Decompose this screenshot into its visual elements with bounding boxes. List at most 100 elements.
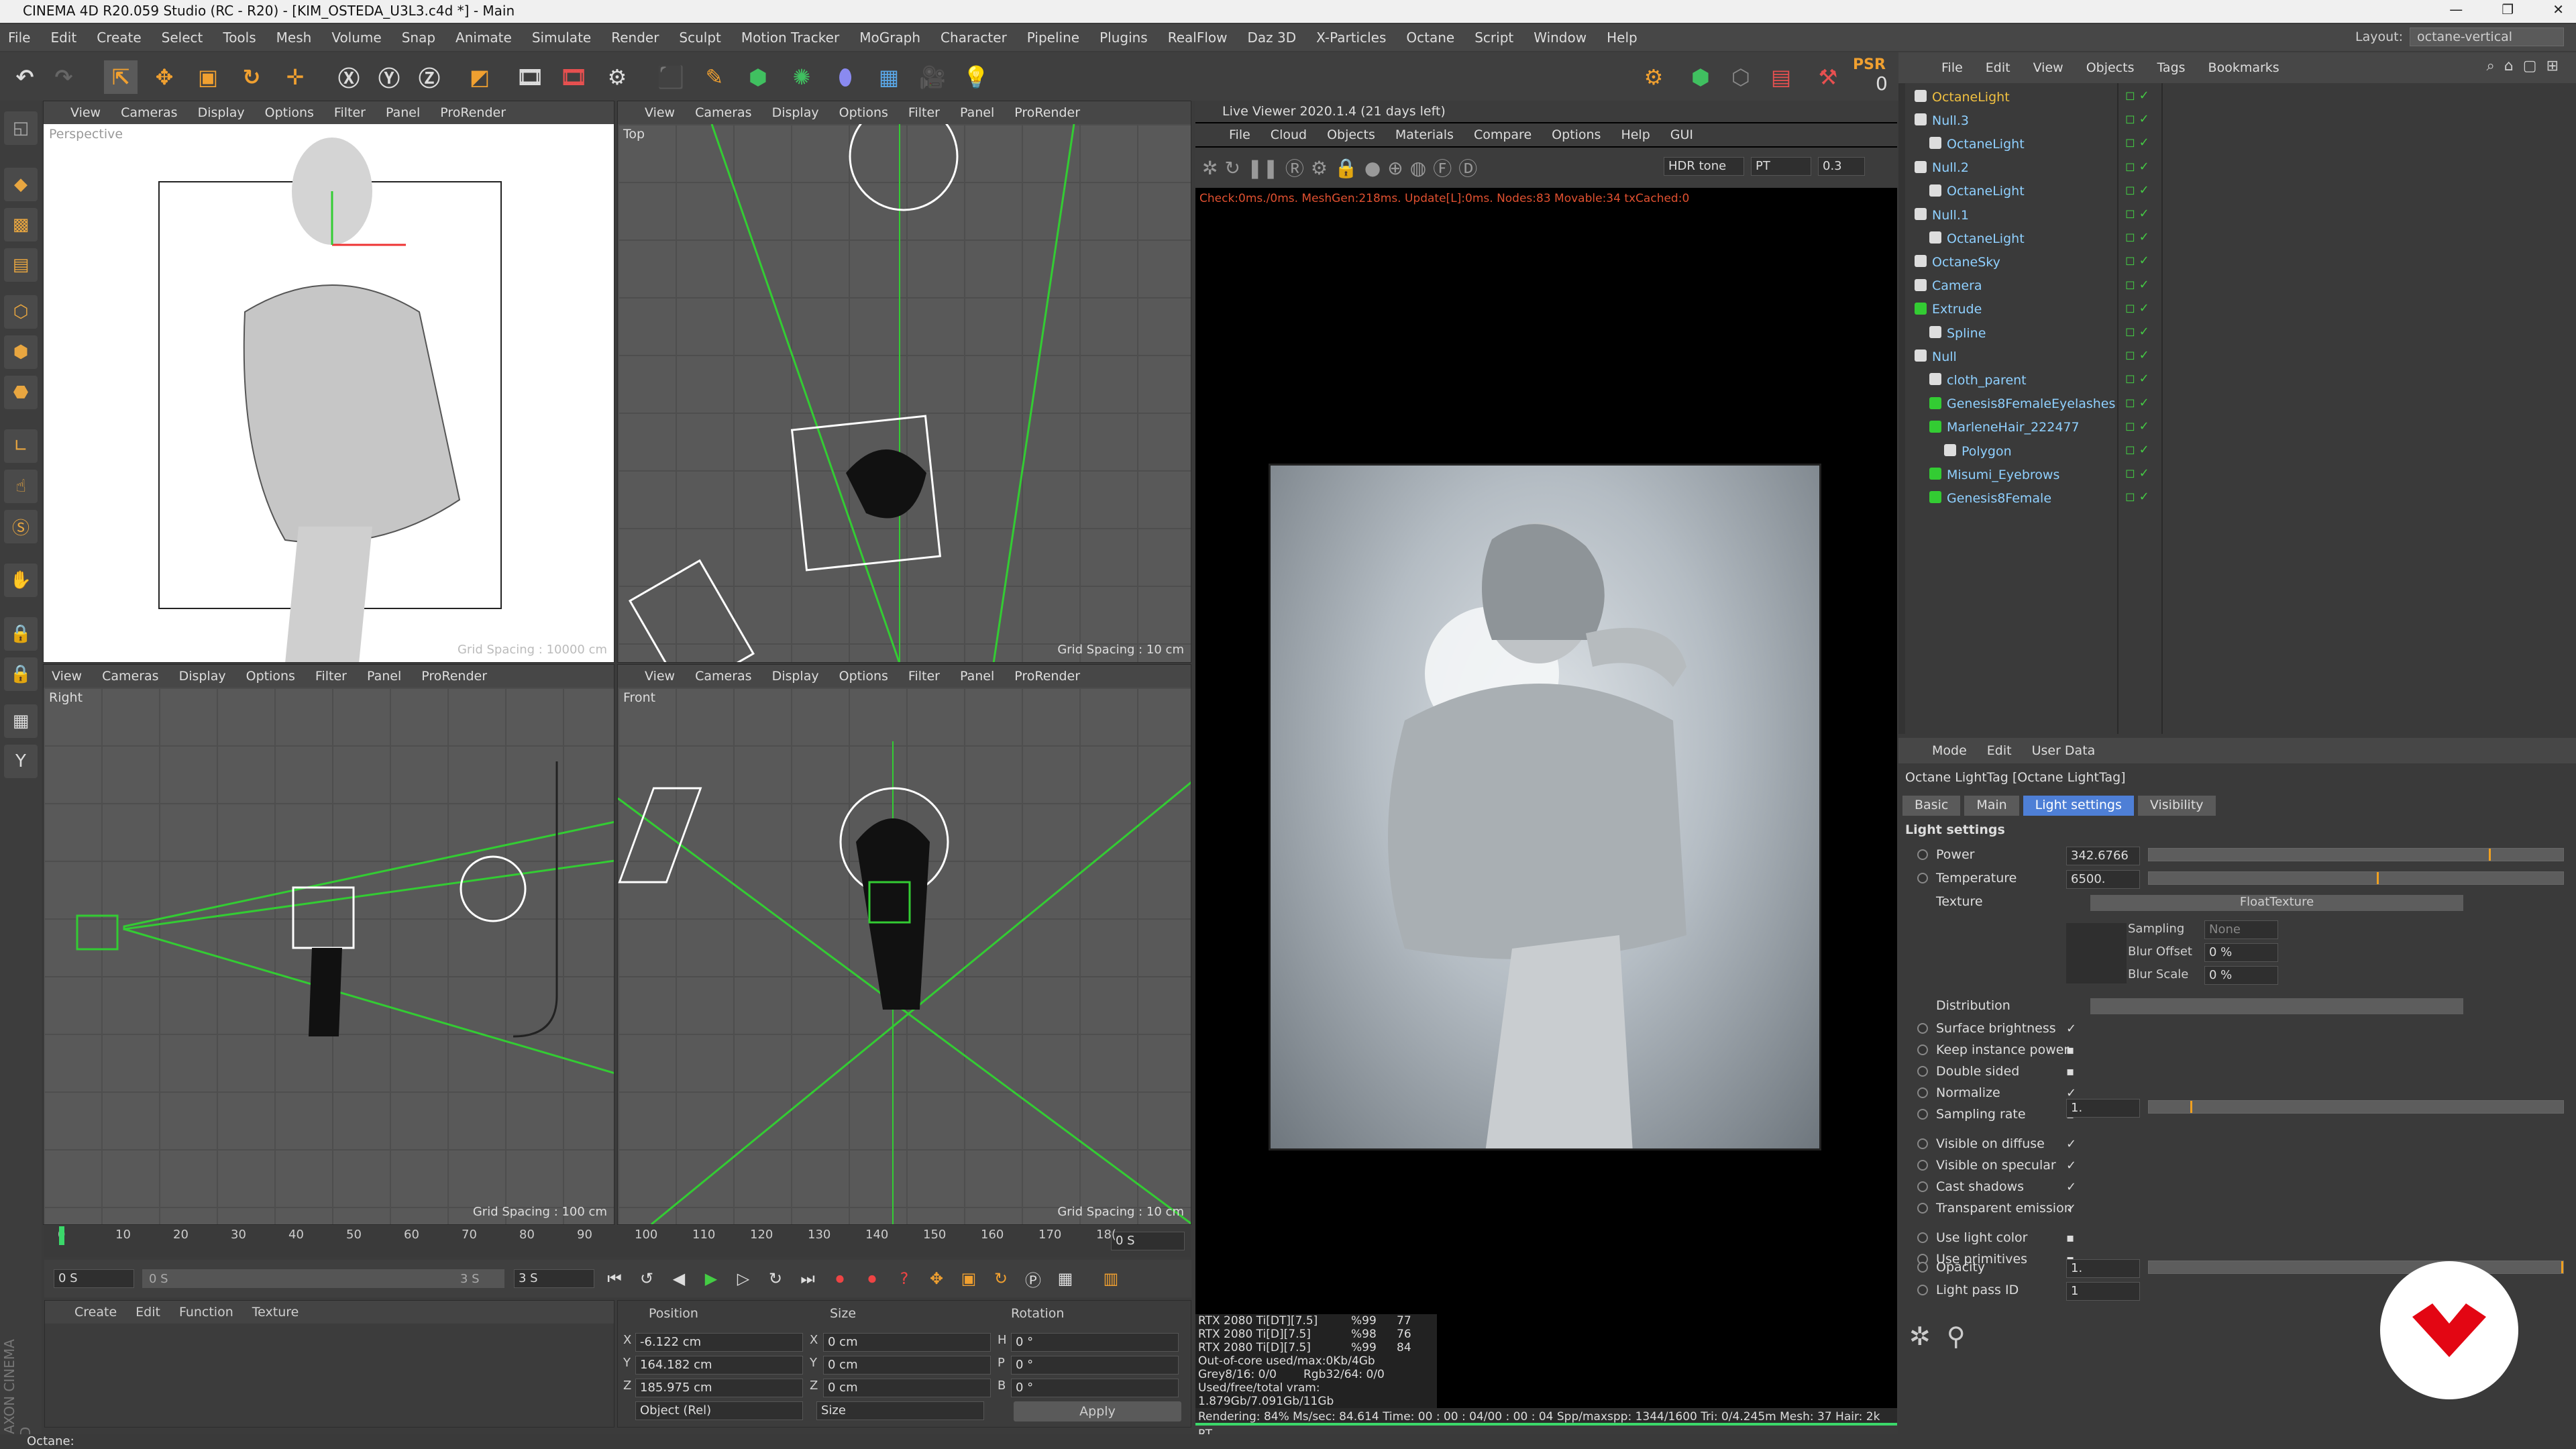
menu-script[interactable]: Script bbox=[1474, 30, 1513, 46]
object-row[interactable]: Null ◻ ✓ bbox=[1898, 345, 2576, 368]
checkbox[interactable]: ✓ bbox=[2066, 1201, 2076, 1216]
object-row[interactable]: Null.2 ◻ ✓ bbox=[1898, 157, 2576, 179]
texture-mode-icon[interactable]: ▩ bbox=[4, 208, 38, 241]
object-row[interactable]: Misumi_Eyebrows ◻ ✓ bbox=[1898, 464, 2576, 486]
axis-mode-icon[interactable]: ∟ bbox=[4, 429, 38, 463]
menu-motion-tracker[interactable]: Motion Tracker bbox=[741, 30, 839, 46]
timeline-ruler[interactable]: 0 S 010203040506070809010011012013014015… bbox=[44, 1226, 1191, 1257]
power-slider[interactable] bbox=[2148, 848, 2564, 861]
edges-mode-icon[interactable]: ⬢ bbox=[4, 335, 38, 369]
autokey-icon[interactable]: ⏺ bbox=[859, 1265, 885, 1292]
visibility-check-icon[interactable]: ◻ ✓ bbox=[2125, 372, 2149, 386]
keyframe-dot[interactable] bbox=[1917, 1023, 1928, 1034]
select-tool-icon[interactable]: ⇱ bbox=[104, 60, 138, 94]
octane-icon[interactable]: ⬢ bbox=[1684, 60, 1717, 94]
object-menu-bookmarks[interactable]: Bookmarks bbox=[2208, 60, 2279, 75]
help-icon[interactable]: ✲ bbox=[1909, 1322, 1931, 1351]
kernel-select[interactable]: PT bbox=[1751, 157, 1811, 176]
y-axis-icon[interactable]: Ⓨ bbox=[372, 60, 406, 94]
visibility-check-icon[interactable]: ◻ ✓ bbox=[2125, 348, 2149, 362]
attribute-menu-edit[interactable]: Edit bbox=[1987, 743, 2012, 758]
go-to-start-icon[interactable]: ⏮ bbox=[601, 1265, 628, 1292]
points-mode-icon[interactable]: ⬡ bbox=[4, 295, 38, 329]
visibility-check-icon[interactable]: ◻ ✓ bbox=[2125, 443, 2149, 457]
lock-icon[interactable]: 🔒 bbox=[1334, 157, 1358, 179]
blur-scale-field[interactable]: 0 % bbox=[2204, 966, 2278, 985]
object-menu-view[interactable]: View bbox=[2033, 60, 2063, 75]
live-select-icon[interactable]: ✛ bbox=[278, 60, 312, 94]
checkbox[interactable]: ✓ bbox=[2066, 1022, 2076, 1036]
visibility-check-icon[interactable]: ◻ ✓ bbox=[2125, 466, 2149, 480]
menu-help[interactable]: Help bbox=[1607, 30, 1638, 46]
vp-menu-view[interactable]: View bbox=[645, 669, 675, 684]
render-view-icon[interactable]: 🎞 bbox=[513, 60, 547, 94]
object-menu-edit[interactable]: Edit bbox=[1986, 60, 2010, 75]
position-field[interactable]: -6.122 cm bbox=[635, 1333, 803, 1352]
sculpt-brush-icon[interactable]: ✋ bbox=[4, 564, 38, 597]
playhead[interactable] bbox=[59, 1226, 64, 1245]
menu-octane[interactable]: Octane bbox=[1406, 30, 1454, 46]
keyframe-dot[interactable] bbox=[1917, 1044, 1928, 1055]
attribute-menu-user-data[interactable]: User Data bbox=[2032, 743, 2096, 758]
home-icon[interactable]: ⌂ bbox=[2504, 58, 2514, 74]
focus-picker-icon[interactable]: ⊕ bbox=[1387, 157, 1403, 179]
live-viewer-menu-help[interactable]: Help bbox=[1621, 127, 1650, 142]
vp-menu-display[interactable]: Display bbox=[772, 669, 819, 684]
rotation-field[interactable]: 0 ° bbox=[1011, 1333, 1179, 1352]
record-icon[interactable]: ⏺ bbox=[826, 1265, 853, 1292]
key-rotation-icon[interactable]: ↻ bbox=[987, 1265, 1014, 1292]
keyframe-dot[interactable] bbox=[1917, 1160, 1928, 1171]
checkbox[interactable]: ▪ bbox=[2066, 1043, 2074, 1057]
visibility-check-icon[interactable]: ◻ ✓ bbox=[2125, 254, 2149, 268]
vp-menu-display[interactable]: Display bbox=[198, 105, 245, 120]
move-tool-icon[interactable]: ✥ bbox=[148, 60, 181, 94]
render-image[interactable] bbox=[1269, 464, 1821, 1150]
vp-menu-options[interactable]: Options bbox=[265, 105, 314, 120]
play-icon[interactable]: ▶ bbox=[698, 1265, 724, 1292]
texture-button[interactable]: FloatTexture bbox=[2090, 895, 2463, 911]
vp-menu-cameras[interactable]: Cameras bbox=[695, 105, 751, 120]
send-scene-icon[interactable]: ✲ bbox=[1202, 157, 1218, 179]
subdivision-icon[interactable]: ⬢ bbox=[741, 60, 775, 94]
live-viewer-menu-compare[interactable]: Compare bbox=[1474, 127, 1532, 142]
viewport-perspective[interactable]: View Cameras Display Options Filter Pane… bbox=[43, 101, 614, 663]
key-position-icon[interactable]: ✥ bbox=[923, 1265, 950, 1292]
polygons-mode-icon[interactable]: ⬣ bbox=[4, 376, 38, 409]
search-icon[interactable]: ⌕ bbox=[2486, 58, 2494, 74]
viewport-right[interactable]: View Cameras Display Options Filter Pane… bbox=[43, 664, 614, 1225]
link-icon[interactable]: ⚲ bbox=[1947, 1322, 1966, 1351]
visibility-check-icon[interactable]: ◻ ✓ bbox=[2125, 136, 2149, 150]
blur-offset-field[interactable]: 0 % bbox=[2204, 943, 2278, 962]
redo-icon[interactable]: ↷ bbox=[47, 60, 80, 94]
sphere-icon[interactable]: ● bbox=[1364, 157, 1381, 179]
position-field[interactable]: 164.182 cm bbox=[635, 1356, 803, 1375]
material-menu-create[interactable]: Create bbox=[74, 1305, 117, 1320]
new-window-icon[interactable]: ⊞ bbox=[2546, 58, 2559, 74]
restore-icon[interactable]: ❐ bbox=[2502, 1, 2514, 17]
psr-lock-icon[interactable]: ⚙ bbox=[1637, 60, 1670, 94]
coordinate-mode-select[interactable]: Object (Rel) bbox=[635, 1401, 803, 1420]
keyframe-dot[interactable] bbox=[1917, 1232, 1928, 1243]
visibility-check-icon[interactable]: ◻ ✓ bbox=[2125, 396, 2149, 410]
next-key-icon[interactable]: ↻ bbox=[762, 1265, 789, 1292]
sampling-rate-slider[interactable] bbox=[2148, 1100, 2564, 1114]
object-row[interactable]: MarleneHair_222477 ◻ ✓ bbox=[1898, 417, 2576, 439]
vp-menu-prorender[interactable]: ProRender bbox=[1014, 669, 1080, 684]
coordinate-system-icon[interactable]: ◩ bbox=[463, 60, 496, 94]
visibility-check-icon[interactable]: ◻ ✓ bbox=[2125, 89, 2149, 103]
menu-select[interactable]: Select bbox=[162, 30, 203, 46]
keyframe-dot[interactable] bbox=[1917, 1109, 1928, 1120]
vp-menu-filter[interactable]: Filter bbox=[908, 105, 940, 120]
keyframe-dot[interactable] bbox=[1917, 1066, 1928, 1077]
floor-icon[interactable]: ▦ bbox=[872, 60, 906, 94]
y-workplane-icon[interactable]: Y bbox=[4, 745, 38, 778]
menu-render[interactable]: Render bbox=[611, 30, 659, 46]
menu-sculpt[interactable]: Sculpt bbox=[679, 30, 720, 46]
menu-plugins[interactable]: Plugins bbox=[1099, 30, 1148, 46]
rotation-field[interactable]: 0 ° bbox=[1011, 1379, 1179, 1397]
object-row[interactable]: Polygon ◻ ✓ bbox=[1898, 440, 2576, 462]
vp-menu-options[interactable]: Options bbox=[246, 669, 295, 684]
object-row[interactable]: Extrude ◻ ✓ bbox=[1898, 299, 2576, 321]
vp-menu-cameras[interactable]: Cameras bbox=[102, 669, 158, 684]
viewport-top[interactable]: View Cameras Display Options Filter Pane… bbox=[617, 101, 1191, 663]
